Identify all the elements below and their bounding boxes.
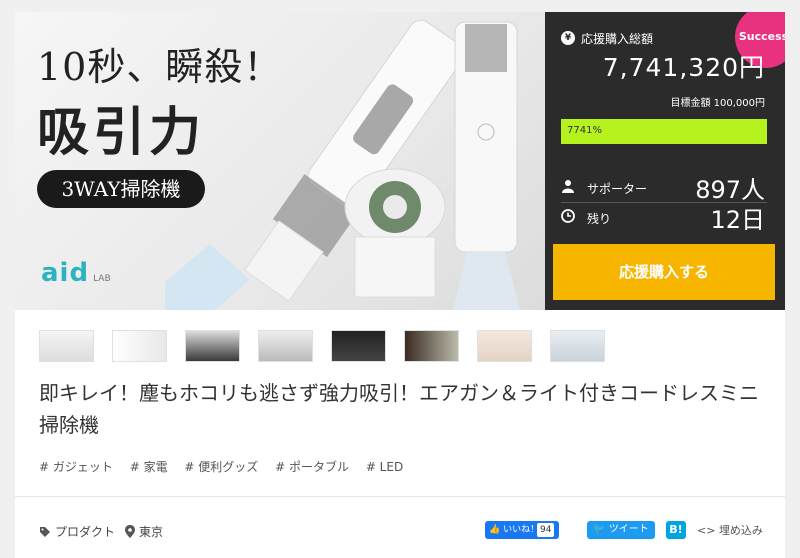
funding-panel: Success! ¥ 応援購入総額 7,741,320円 目標金額 100,00…: [545, 12, 785, 310]
embed-link[interactable]: <> 埋め込み: [697, 522, 763, 538]
card-footer: プロダクト 東京 👍 いいね！ 94 🐦 ツイート B! <> 埋め込み: [15, 496, 785, 558]
thumbs-up-icon: 👍: [489, 525, 501, 535]
hero-headline: 10秒、瞬殺！: [37, 45, 283, 89]
thumbnail-5[interactable]: [331, 330, 386, 362]
tag-item[interactable]: # ガジェット: [39, 460, 113, 474]
project-card: 10秒、瞬殺！ 吸引力 3WAY掃除機 aidLAB Success! ¥ 応援…: [15, 12, 785, 558]
facebook-like-label: いいね！: [503, 525, 540, 535]
category-label: プロダクト: [55, 525, 116, 539]
category-link[interactable]: プロダクト: [39, 523, 115, 540]
tag-list: # ガジェット # 家電 # 便利グッズ # ポータブル # LED: [39, 458, 416, 475]
tag-item[interactable]: # 家電: [130, 460, 168, 474]
tweet-label: ツイート: [608, 524, 649, 535]
code-brackets-icon: <>: [697, 524, 716, 537]
thumbnail-3[interactable]: [185, 330, 240, 362]
support-purchase-button[interactable]: 応援購入する: [553, 244, 775, 300]
twitter-bird-icon: 🐦: [593, 524, 606, 535]
tweet-button[interactable]: 🐦 ツイート: [587, 521, 655, 539]
thumbnail-2[interactable]: [112, 330, 167, 362]
clock-icon: [561, 209, 575, 223]
hero-image[interactable]: 10秒、瞬殺！ 吸引力 3WAY掃除機 aid LAB: [15, 12, 545, 310]
thumbnail-7[interactable]: [477, 330, 532, 362]
yen-icon: ¥: [561, 31, 575, 45]
hatena-bookmark-button[interactable]: B!: [666, 521, 686, 539]
tag-item[interactable]: # 便利グッズ: [184, 460, 258, 474]
progress-bar: 7741%: [561, 119, 767, 144]
location-link[interactable]: 東京: [125, 523, 163, 540]
thumbnail-4[interactable]: [258, 330, 313, 362]
remaining-label: 残り: [587, 212, 612, 226]
location-label: 東京: [139, 525, 164, 539]
brand-logo: aid LAB: [41, 258, 111, 288]
brand-logo-sub: LAB: [93, 274, 111, 284]
hero-pill-badge: 3WAY掃除機: [37, 170, 205, 208]
facebook-like-count: 94: [537, 523, 555, 537]
thumbnail-1[interactable]: [39, 330, 94, 362]
user-icon: [562, 180, 574, 193]
map-pin-icon: [125, 525, 135, 538]
thumbnail-6[interactable]: [404, 330, 459, 362]
tag-item[interactable]: # ポータブル: [275, 460, 349, 474]
progress-text: 7741%: [567, 125, 602, 136]
thumbnail-8[interactable]: [550, 330, 605, 362]
supporters-label: サポーター: [587, 182, 648, 196]
facebook-like-button[interactable]: 👍 いいね！ 94: [485, 521, 559, 539]
brand-logo-text: aid: [41, 258, 90, 288]
tag-item[interactable]: # LED: [366, 460, 403, 474]
embed-label: 埋め込み: [718, 524, 763, 537]
remaining-value: 12日: [710, 206, 765, 234]
hero-subheadline: 吸引力: [37, 102, 206, 163]
total-label: 応援購入総額: [581, 32, 654, 46]
project-title: 即キレイ！塵もホコリも逃さず強力吸引！エアガン＆ライト付きコードレスミニ掃除機: [39, 381, 759, 437]
tag-icon: [40, 527, 50, 537]
total-amount: 7,741,320円: [602, 53, 765, 82]
goal-amount: 目標金額 100,000円: [670, 98, 765, 109]
